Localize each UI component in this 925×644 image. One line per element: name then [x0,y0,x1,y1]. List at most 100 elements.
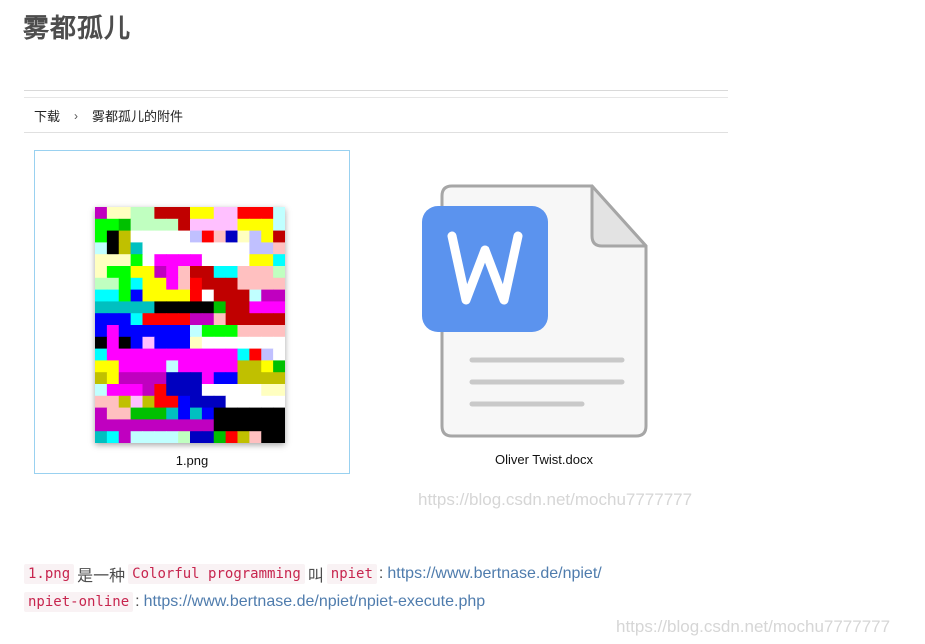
piet-codel [118,325,132,338]
piet-codel [130,336,144,350]
piet-codel [201,360,215,373]
piet-codel [142,254,155,267]
divider [24,90,728,91]
piet-codel [249,277,262,291]
piet-codel [273,301,285,314]
piet-codel [142,266,155,279]
piet-codel [213,289,227,302]
piet-codel [154,325,167,338]
piet-codel [118,218,132,232]
piet-codel [166,266,179,279]
piet-codel [142,431,155,443]
piet-codel [249,407,262,420]
piet-codel [201,407,215,420]
chevron-right-icon: › [74,108,79,123]
piet-codel [95,218,108,232]
piet-codel [166,230,179,243]
breadcrumb-item-attachments[interactable]: 雾都孤儿的附件 [92,106,183,125]
piet-codel [178,301,191,314]
piet-codel [190,242,203,255]
piet-codel [225,431,239,443]
piet-codel [261,348,274,361]
piet-codel [201,266,215,279]
piet-codel [95,277,108,291]
piet-codel [261,277,274,291]
breadcrumb-item-downloads[interactable]: 下载 [34,106,60,125]
piet-codel [190,289,203,302]
piet-codel [237,230,250,243]
piet-codel [154,254,167,267]
piet-codel [178,395,191,409]
piet-codel [261,254,274,267]
piet-codel [142,301,155,314]
piet-codel [118,431,132,443]
npiet-link[interactable]: https://www.bertnase.de/npiet/ [387,565,601,583]
piet-codel [237,384,250,397]
piet-codel [154,218,167,232]
piet-codel [273,325,285,338]
npiet-execute-link[interactable]: https://www.bertnase.de/npiet/npiet-exec… [144,593,486,611]
piet-codel [213,395,227,409]
piet-codel [237,266,250,279]
piet-codel [273,419,285,432]
piet-codel [106,372,120,385]
piet-codel [201,230,215,243]
piet-codel [237,360,250,373]
piet-codel [190,419,203,432]
piet-codel [261,242,274,255]
piet-codel [201,254,215,267]
piet-codel [213,336,227,350]
piet-codel [213,230,227,243]
piet-codel [95,242,108,255]
piet-codel [178,419,191,432]
piet-codel [118,360,132,373]
piet-codel [95,348,108,361]
file-tile-png[interactable]: 1.png [34,150,350,474]
piet-codel [190,207,203,220]
piet-codel [273,431,285,443]
piet-codel [225,277,239,291]
piet-codel [201,395,215,409]
piet-codel [118,336,132,350]
piet-codel [106,348,120,361]
piet-codel [95,266,108,279]
piet-codel [201,372,215,385]
piet-codel [261,289,274,302]
piet-codel [273,289,285,302]
piet-codel [225,348,239,361]
file-tile-docx[interactable]: Oliver Twist.docx [386,150,702,474]
piet-codel [106,384,120,397]
piet-codel [106,277,120,291]
piet-codel [190,266,203,279]
piet-codel [261,230,274,243]
piet-codel [225,384,239,397]
piet-codel [190,313,203,326]
piet-codel [201,348,215,361]
piet-codel [261,395,274,409]
piet-codel [142,313,155,326]
piet-codel [130,384,144,397]
watermark: https://blog.csdn.net/mochu7777777 [616,617,891,636]
piet-codel [178,207,191,220]
paragraph-text: : [135,593,140,610]
piet-codel [178,336,191,350]
piet-codel [118,395,132,409]
piet-codel [201,277,215,291]
piet-codel [225,419,239,432]
divider [24,97,728,98]
piet-codel [213,313,227,326]
piet-codel [201,218,215,232]
piet-codel [190,301,203,314]
piet-codel [273,336,285,350]
file-name: Oliver Twist.docx [494,452,593,467]
piet-codel [213,266,227,279]
piet-codel [261,207,274,220]
piet-codel [201,431,215,443]
piet-codel [273,384,285,397]
piet-codel [130,277,144,291]
piet-codel [201,325,215,338]
piet-codel [130,407,144,420]
piet-codel [273,277,285,291]
piet-codel [273,395,285,409]
piet-codel [249,395,262,409]
